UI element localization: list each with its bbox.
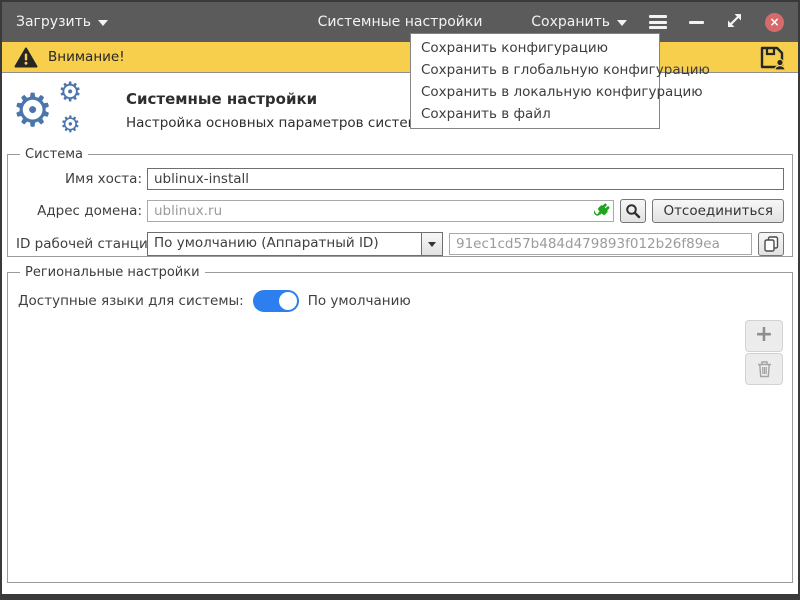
warning-text: Внимание! [48, 49, 125, 65]
titlebar: Загрузить Системные настройки Сохранить … [2, 2, 798, 42]
expand-icon [726, 12, 743, 29]
app-window: Загрузить Системные настройки Сохранить … [0, 0, 800, 600]
workstation-id-select[interactable]: По умолчанию (Аппаратный ID) [147, 232, 443, 256]
menu-item-save-global-config[interactable]: Сохранить в глобальную конфигурацию [411, 59, 659, 81]
menu-icon[interactable] [649, 13, 667, 32]
workstation-id-value-field[interactable] [449, 233, 752, 255]
languages-toggle-value: По умолчанию [308, 293, 411, 309]
maximize-button[interactable] [726, 12, 743, 33]
add-language-button[interactable]: + [745, 320, 783, 352]
languages-default-toggle[interactable] [253, 290, 299, 312]
system-settings-gears-icon: ⚙ ⚙ ⚙ [12, 81, 98, 141]
close-button[interactable]: × [765, 13, 784, 32]
disconnect-button[interactable]: Отсоединиться [652, 199, 784, 223]
menu-item-save-config[interactable]: Сохранить конфигурацию [411, 37, 659, 59]
system-section-legend: Система [20, 147, 88, 162]
workstation-id-selected-option: По умолчанию (Аппаратный ID) [148, 233, 421, 255]
copy-icon [764, 236, 779, 252]
search-domain-button[interactable] [620, 199, 646, 223]
floppy-save-icon [759, 45, 786, 70]
page-title: Системные настройки [126, 90, 429, 108]
load-dropdown-button[interactable]: Загрузить [16, 14, 108, 30]
caret-down-icon [98, 20, 108, 26]
select-arrow-button[interactable] [421, 233, 442, 255]
hostname-label: Имя хоста: [16, 171, 142, 187]
domain-input[interactable] [147, 200, 614, 222]
regional-section-legend: Региональные настройки [20, 265, 205, 280]
delete-language-button[interactable] [745, 353, 783, 385]
languages-label: Доступные языки для системы: [18, 293, 244, 309]
system-section: Система Имя хоста: Адрес домена: [7, 147, 793, 257]
workstation-id-label: ID рабочей станции: [16, 236, 142, 252]
menu-item-save-to-file[interactable]: Сохранить в файл [411, 103, 659, 125]
plus-icon: + [755, 324, 773, 346]
save-user-config-button[interactable] [759, 45, 786, 70]
menu-item-save-local-config[interactable]: Сохранить в локальную конфигурацию [411, 81, 659, 103]
warning-triangle-icon [14, 47, 38, 68]
load-dropdown-label: Загрузить [16, 14, 91, 30]
page-subtitle: Настройка основных параметров системы [126, 115, 429, 131]
toggle-knob [279, 292, 297, 310]
save-dropdown-button[interactable]: Сохранить [531, 14, 627, 30]
copy-id-button[interactable] [758, 232, 784, 256]
caret-down-icon [617, 20, 627, 26]
search-icon [625, 203, 641, 219]
regional-section: Региональные настройки Доступные языки д… [7, 265, 793, 583]
trash-icon [756, 360, 773, 378]
domain-label: Адрес домена: [16, 203, 142, 219]
window-title: Системные настройки [318, 14, 483, 30]
hostname-input[interactable] [147, 168, 784, 190]
minimize-button[interactable] [689, 21, 704, 24]
caret-down-icon [428, 242, 436, 247]
save-dropdown-menu: Сохранить конфигурацию Сохранить в глоба… [410, 33, 660, 129]
save-dropdown-label: Сохранить [531, 14, 610, 30]
plug-connected-icon [594, 203, 610, 223]
